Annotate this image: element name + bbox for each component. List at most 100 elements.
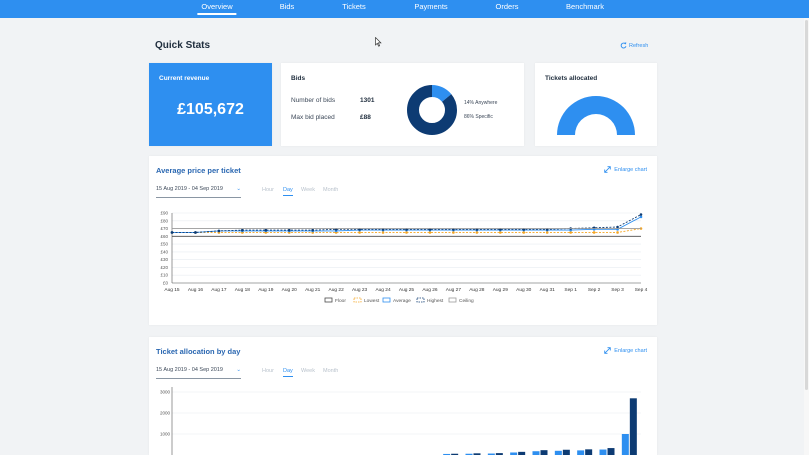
legend-label-highest: Highest xyxy=(427,298,444,304)
x-tick-label: Aug 29 xyxy=(493,287,509,293)
data-point-lowest xyxy=(592,231,596,234)
x-tick-label: Aug 22 xyxy=(329,287,345,293)
gauge-status: Filled xyxy=(590,124,602,130)
refresh-label: Refresh xyxy=(629,42,649,49)
data-point-lowest xyxy=(452,231,455,234)
legend-label-floor: Floor xyxy=(335,298,346,304)
donut-legend-anywhere: 14% Anywhere xyxy=(464,100,498,106)
legend-label-lowest: Lowest xyxy=(364,298,380,304)
data-point-highest xyxy=(170,231,174,234)
data-point-highest xyxy=(311,228,314,232)
tab-bids[interactable]: Bids xyxy=(280,2,295,11)
x-tick-label: Aug 18 xyxy=(235,287,251,293)
x-tick-label: Aug 24 xyxy=(375,287,391,293)
refresh-icon xyxy=(620,42,627,49)
top-nav: Overview Bids Tickets Payments Orders Be… xyxy=(0,0,809,18)
bids-card: Bids Number of bids 1301 Max bid placed … xyxy=(281,63,524,146)
refresh-button[interactable]: Refresh xyxy=(620,42,648,49)
bids-count-value: 1301 xyxy=(360,97,375,104)
x-tick-label: Sep 1 xyxy=(564,287,577,293)
bar-dark xyxy=(629,398,637,455)
x-tick-label: Aug 31 xyxy=(540,287,556,293)
bar-light xyxy=(532,451,540,455)
avg-price-card: Average price per ticket Enlarge chart 1… xyxy=(149,156,657,325)
data-point-lowest xyxy=(428,231,432,234)
data-point-highest xyxy=(287,228,291,232)
bar-dark xyxy=(585,449,593,455)
gauge-label: 100% Filled xyxy=(535,118,657,130)
x-tick-label: Aug 27 xyxy=(446,287,462,293)
x-tick-label: Aug 16 xyxy=(188,287,204,293)
y-tick-label: £70 xyxy=(160,226,168,231)
bids-title: Bids xyxy=(291,75,306,82)
data-point-lowest xyxy=(358,231,361,234)
legend-label-average: Average xyxy=(393,298,411,304)
data-point-lowest xyxy=(522,231,526,234)
tab-payments[interactable]: Payments xyxy=(414,2,447,11)
revenue-card: Current revenue £105,672 xyxy=(149,63,272,146)
x-tick-label: Sep 3 xyxy=(611,287,624,293)
max-bid-value: £88 xyxy=(360,114,371,121)
bids-count-label: Number of bids xyxy=(291,97,336,104)
avg-price-line-chart: £0 £10 £20 £30 £40 £50 £60 £70 £80 £90 Aug 15 Aug 1… xyxy=(160,211,648,305)
data-point-highest xyxy=(264,228,268,232)
legend-swatch-lowest xyxy=(353,297,362,303)
y-tick-label: £60 xyxy=(160,234,168,239)
data-point-lowest xyxy=(569,231,572,234)
legend-swatch-floor xyxy=(324,297,333,303)
legend-swatch-average xyxy=(382,297,391,303)
tab-benchmark[interactable]: Benchmark xyxy=(566,2,604,11)
bar-light xyxy=(554,450,562,455)
y-tick-label: £20 xyxy=(160,265,168,270)
tab-overview[interactable]: Overview xyxy=(197,2,237,15)
y-tick-label: £50 xyxy=(160,242,168,247)
bids-donut-chart xyxy=(407,85,457,135)
tab-orders[interactable]: Orders xyxy=(496,2,519,11)
mouse-cursor-icon xyxy=(375,37,382,47)
bar-dark xyxy=(562,449,570,455)
allocation-bar-chart: 1000 2000 3000 xyxy=(160,387,641,455)
y-tick-label: 2000 xyxy=(160,411,171,416)
legend-label-ceiling: Ceiling xyxy=(459,298,474,304)
bar-dark xyxy=(607,448,615,455)
x-tick-label: Aug 15 xyxy=(164,287,180,293)
data-point-lowest xyxy=(381,231,385,234)
tickets-allocated-title: Tickets allocated xyxy=(545,75,598,82)
data-point-highest xyxy=(217,229,221,233)
bar-light xyxy=(599,449,607,455)
x-tick-label: Aug 19 xyxy=(258,287,274,293)
x-tick-label: Aug 26 xyxy=(422,287,438,293)
data-point-lowest xyxy=(545,231,549,234)
tab-tickets[interactable]: Tickets xyxy=(342,2,365,11)
legend-swatch-ceiling xyxy=(448,297,457,303)
page-title: Quick Stats xyxy=(155,40,211,51)
y-tick-label: £40 xyxy=(160,249,168,254)
tickets-allocated-card: Tickets allocated 100% Filled xyxy=(535,63,657,146)
y-tick-label: 1000 xyxy=(160,432,171,437)
x-tick-label: Aug 30 xyxy=(516,287,532,293)
bar-dark xyxy=(540,450,548,455)
data-point-lowest xyxy=(405,231,408,234)
max-bid-label: Max bid placed xyxy=(291,114,335,121)
x-tick-label: Sep 4 xyxy=(635,287,648,293)
tickets-gauge xyxy=(557,96,635,135)
x-tick-label: Aug 23 xyxy=(352,287,368,293)
bar-light xyxy=(621,434,629,455)
data-point-highest xyxy=(241,228,244,232)
x-tick-label: Aug 21 xyxy=(305,287,321,293)
x-tick-label: Sep 2 xyxy=(588,287,601,293)
revenue-value: £105,672 xyxy=(177,101,244,118)
data-point-average xyxy=(639,215,643,219)
data-point-highest xyxy=(639,213,643,216)
y-tick-label: £80 xyxy=(160,218,168,223)
y-tick-label: £0 xyxy=(163,281,169,286)
x-tick-label: Aug 17 xyxy=(211,287,227,293)
data-point-highest xyxy=(194,231,197,234)
donut-legend-specific: 86% Specific xyxy=(464,114,493,120)
scrollbar-thumb[interactable] xyxy=(805,20,808,390)
x-tick-label: Aug 28 xyxy=(469,287,485,293)
legend-swatch-highest xyxy=(416,297,425,303)
data-point-lowest xyxy=(616,231,619,234)
data-point-lowest xyxy=(475,231,479,234)
allocation-card: Ticket allocation by day Enlarge chart 1… xyxy=(149,337,657,455)
